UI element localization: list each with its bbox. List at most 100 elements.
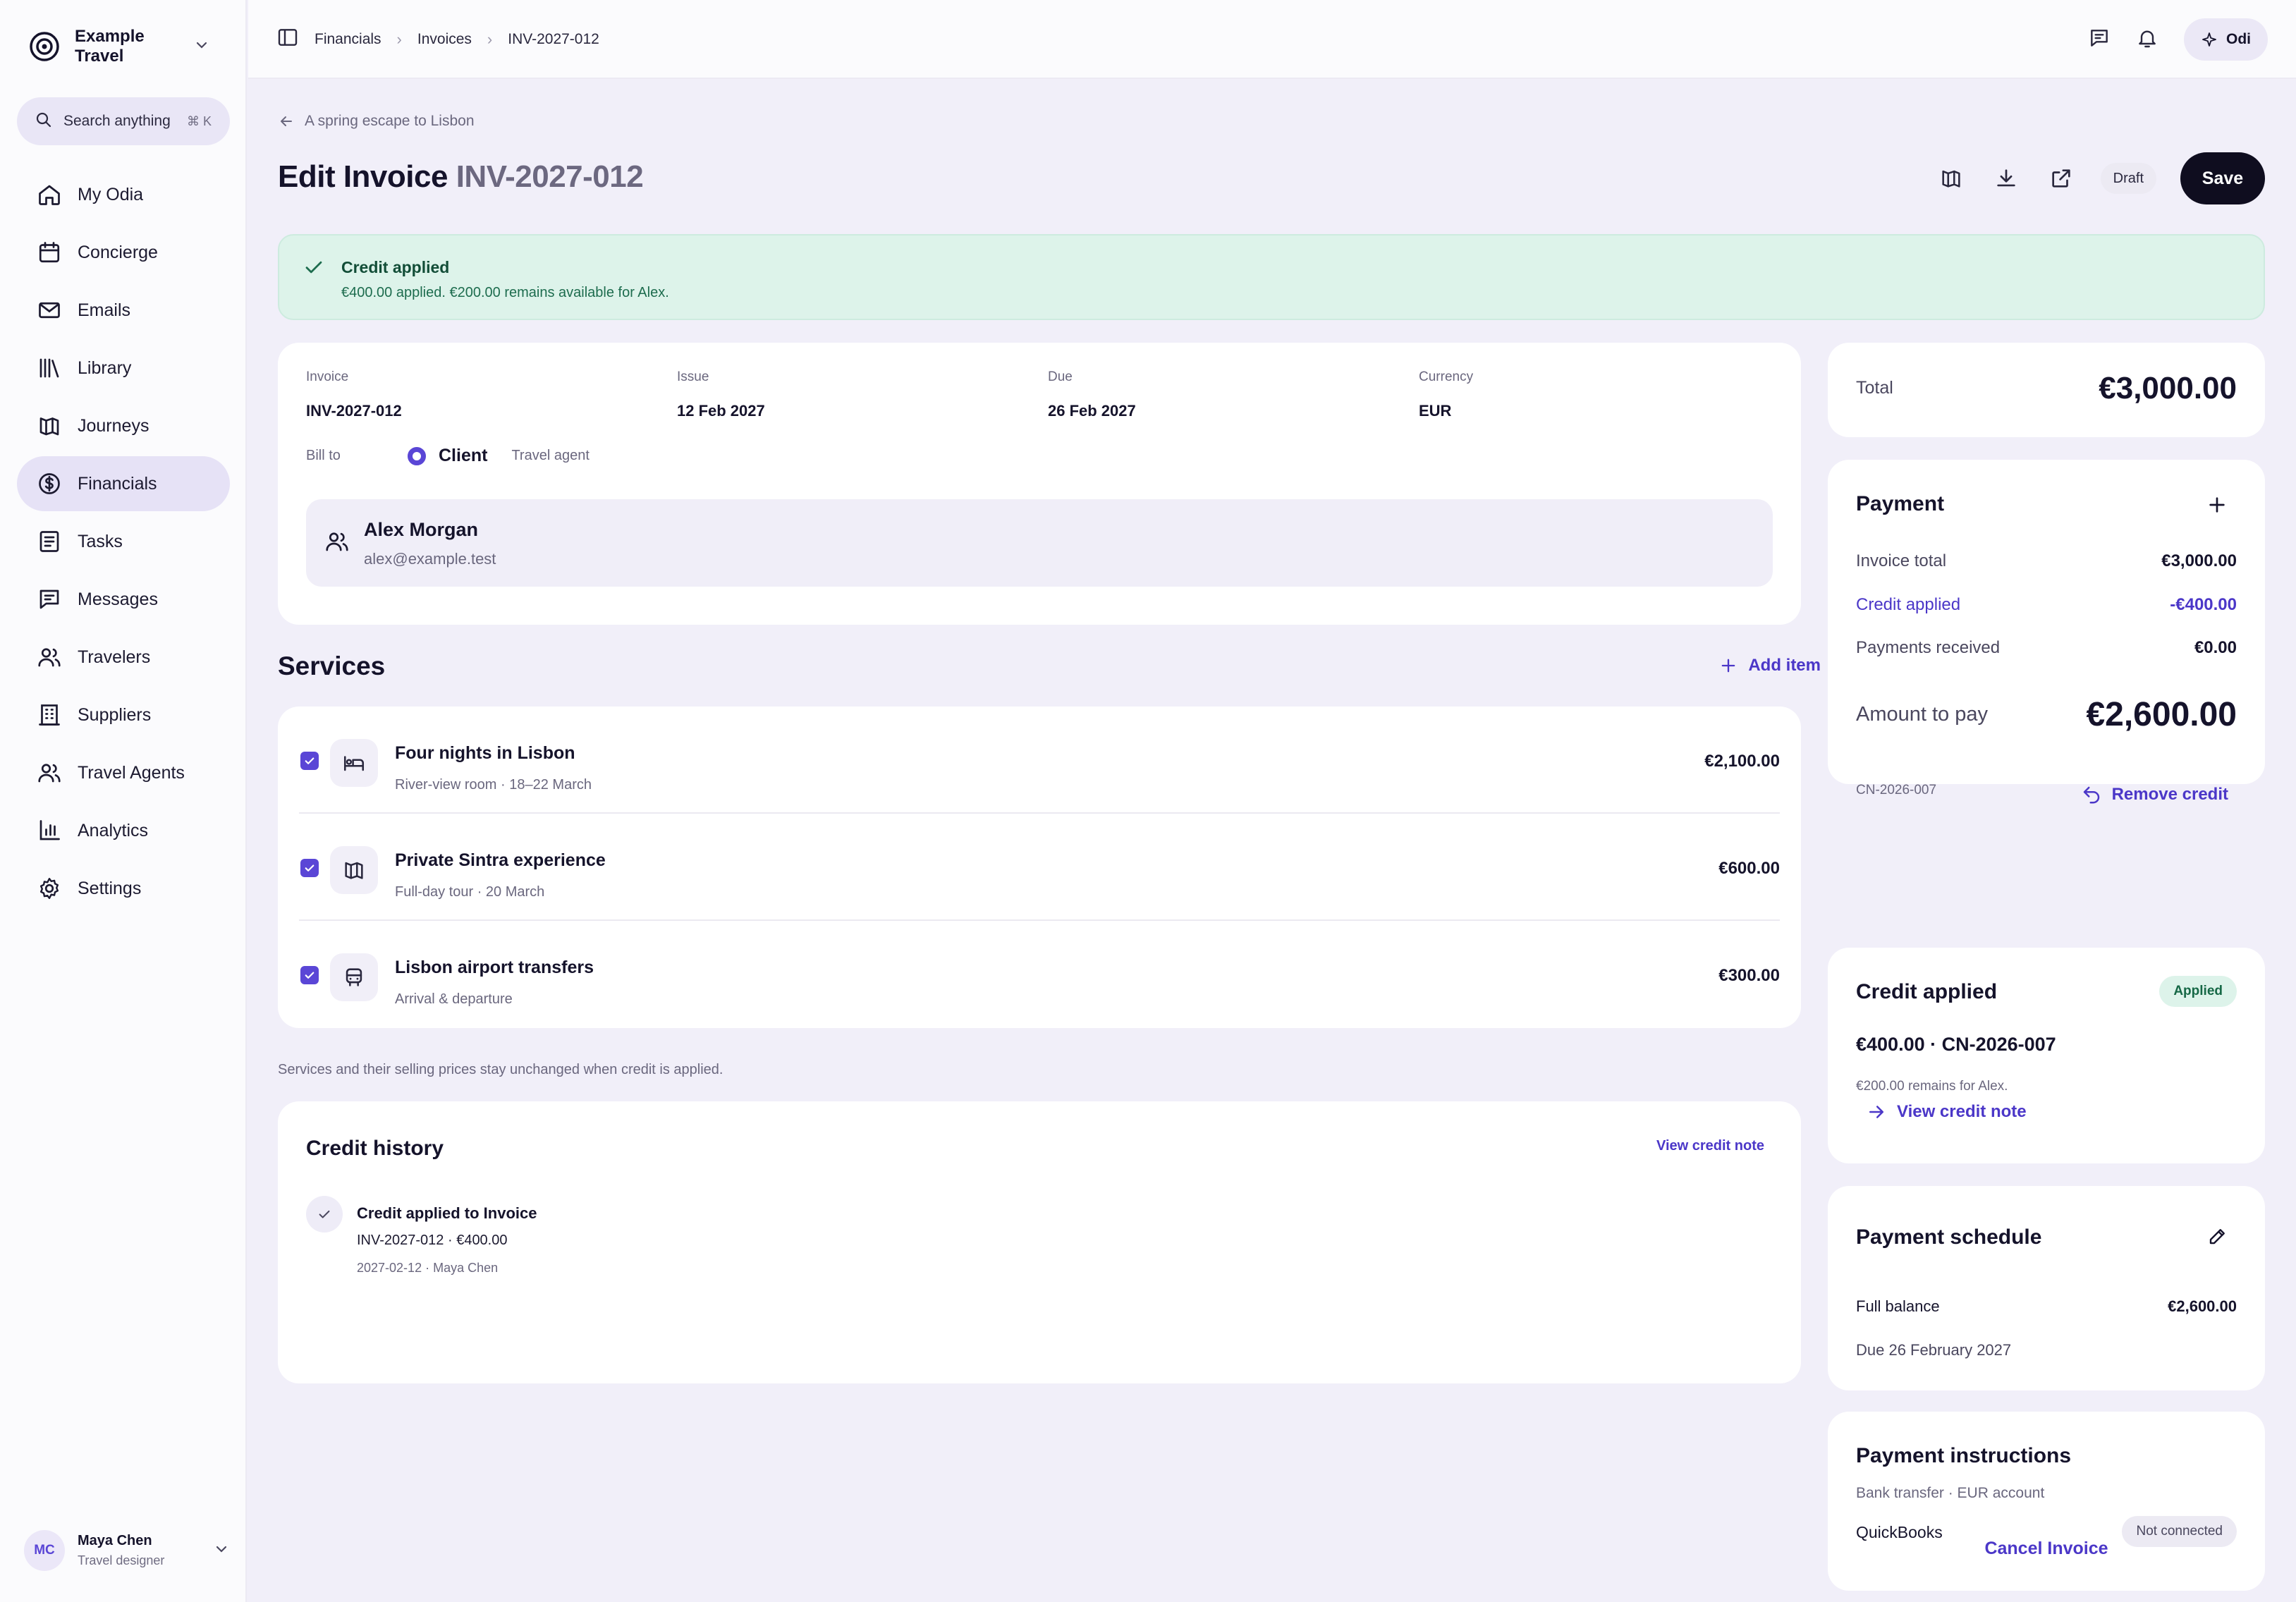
sidebar-item-my-odia[interactable]: My Odia [17,167,230,222]
chevron-down-icon [214,1542,228,1560]
field-label: Invoice [306,369,349,384]
service-checkbox[interactable] [300,966,319,984]
breadcrumb-financials[interactable]: Financials [315,31,381,48]
service-name: Four nights in Lisbon [395,743,575,763]
logo-icon [28,30,61,63]
view-credit-note-link[interactable]: View credit note [1866,1101,2027,1123]
invoice-total-row: Invoice total €3,000.00 [1856,551,2237,571]
sidebar-item-suppliers[interactable]: Suppliers [17,687,230,742]
sidebar-item-label: My Odia [78,184,144,204]
sidebar-item-settings[interactable]: Settings [17,861,230,916]
client-selector[interactable]: Alex Morgan alex@example.test [306,499,1773,587]
plus-icon [1721,659,1735,673]
back-link[interactable]: A spring escape to Lisbon [278,113,475,130]
payment-schedule-card: Payment schedule Full balance €2,600.00 … [1828,1186,2265,1390]
sidebar-item-analytics[interactable]: Analytics [17,803,230,858]
check-icon [305,864,315,872]
map-icon[interactable] [1936,163,1967,194]
list-item[interactable]: Lisbon airport transfers Arrival & depar… [299,921,1780,1028]
list-item[interactable]: Private Sintra experience Full-day tour … [299,814,1780,921]
invoice-number-field: Invoice INV-2027-012 [306,369,402,420]
gear-icon [39,878,59,899]
bill-to-client-radio[interactable] [408,446,426,465]
sidebar-item-travelers[interactable]: Travelers [17,630,230,685]
tasks-icon [39,531,59,552]
bill-to-agent-option[interactable]: Travel agent [511,448,589,464]
service-description: Arrival & departure [395,991,513,1007]
sidebar-item-concierge[interactable]: Concierge [17,225,230,280]
add-item-button[interactable]: Add item [1718,656,1821,675]
pencil-icon[interactable] [2207,1225,2228,1250]
view-credit-note-link[interactable]: View credit note [1656,1138,1764,1154]
sidebar-item-label: Messages [78,589,158,609]
instructions-method: Bank transfer · EUR account [1856,1485,2045,1501]
dollar-icon [39,473,60,494]
client-name: Alex Morgan [364,519,479,540]
message-icon [39,589,59,609]
sidebar-item-financials[interactable]: Financials [17,456,230,511]
undo-icon [2083,786,2099,804]
sidebar-item-emails[interactable]: Emails [17,283,230,338]
home-icon [39,185,60,205]
total-value: €3,000.00 [2099,371,2237,405]
remove-credit-button[interactable]: Remove credit [2081,784,2228,805]
invoice-details-card: Invoice INV-2027-012 Issue 12 Feb 2027 D… [278,343,1801,625]
service-checkbox[interactable] [300,859,319,877]
schedule-row: Full balance €2,600.00 [1856,1297,2237,1316]
field-value[interactable]: EUR [1419,402,1473,420]
cancel-invoice-button[interactable]: Cancel Invoice [1828,1539,2265,1559]
assistant-button[interactable]: Odi [2184,18,2268,61]
credit-applied-card: Credit applied Applied €400.00 · CN-2026… [1828,948,2265,1163]
total-label: Total [1856,378,1893,398]
field-value[interactable]: 26 Feb 2027 [1048,402,1136,420]
row-value: -€400.00 [2170,595,2237,614]
alert-title: Credit applied [341,258,450,276]
bill-to-client-label[interactable]: Client [439,446,487,466]
row-label: Credit applied [1856,595,1961,614]
map-icon [39,417,59,436]
sidebar-item-travel-agents[interactable]: Travel Agents [17,745,230,800]
arrow-right-icon [1869,1106,1883,1118]
field-value[interactable]: 12 Feb 2027 [677,402,765,420]
chat-icon[interactable] [2088,27,2111,53]
save-button[interactable]: Save [2180,152,2265,204]
credit-history-card: Credit history View credit note Credit a… [278,1101,1801,1383]
payment-title: Payment [1856,492,1945,515]
sidebar-nav: My Odia Concierge Emails Library Journey… [17,167,230,919]
issue-date-field: Issue 12 Feb 2027 [677,369,765,420]
service-checkbox[interactable] [300,752,319,770]
sidebar-item-journeys[interactable]: Journeys [17,398,230,453]
row-value: €3,000.00 [2161,551,2237,570]
history-entry-title: Credit applied to Invoice [357,1204,537,1222]
check-icon [306,1196,343,1233]
schedule-due: Due 26 February 2027 [1856,1341,2012,1359]
calendar-icon [39,242,60,263]
library-icon [39,358,59,378]
sidebar-item-messages[interactable]: Messages [17,572,230,627]
sidebar-item-label: Concierge [78,242,158,262]
bell-icon[interactable] [2136,27,2158,53]
instructions-title: Payment instructions [1856,1444,2072,1467]
external-link-icon[interactable] [2046,163,2077,194]
sidebar-item-tasks[interactable]: Tasks [17,514,230,569]
field-value[interactable]: INV-2027-012 [306,402,402,420]
download-icon[interactable] [1991,163,2022,194]
user-menu[interactable]: MC Maya Chen Travel designer [24,1529,228,1572]
search-input[interactable]: Search anything ⌘ K [17,97,230,145]
service-price: €2,100.00 [1704,752,1780,771]
chevron-right-icon: › [396,30,402,48]
breadcrumb-invoices[interactable]: Invoices [417,31,472,48]
sidebar-toggle-icon[interactable] [276,26,299,53]
sidebar-item-library[interactable]: Library [17,341,230,396]
breadcrumb: Financials › Invoices › INV-2027-012 [276,25,599,54]
due-date-field: Due 26 Feb 2027 [1048,369,1136,420]
sidebar-item-label: Library [78,357,132,378]
page-title-prefix: Edit Invoice [278,159,448,194]
sidebar-item-label: Emails [78,300,131,320]
list-item[interactable]: Four nights in Lisbon River-view room · … [299,707,1780,814]
users-icon [324,529,350,558]
plus-icon[interactable] [2206,494,2228,520]
service-description: Full-day tour · 20 March [395,884,545,900]
services-note: Services and their selling prices stay u… [278,1062,723,1077]
workspace-switcher[interactable]: Example Travel [28,27,226,66]
